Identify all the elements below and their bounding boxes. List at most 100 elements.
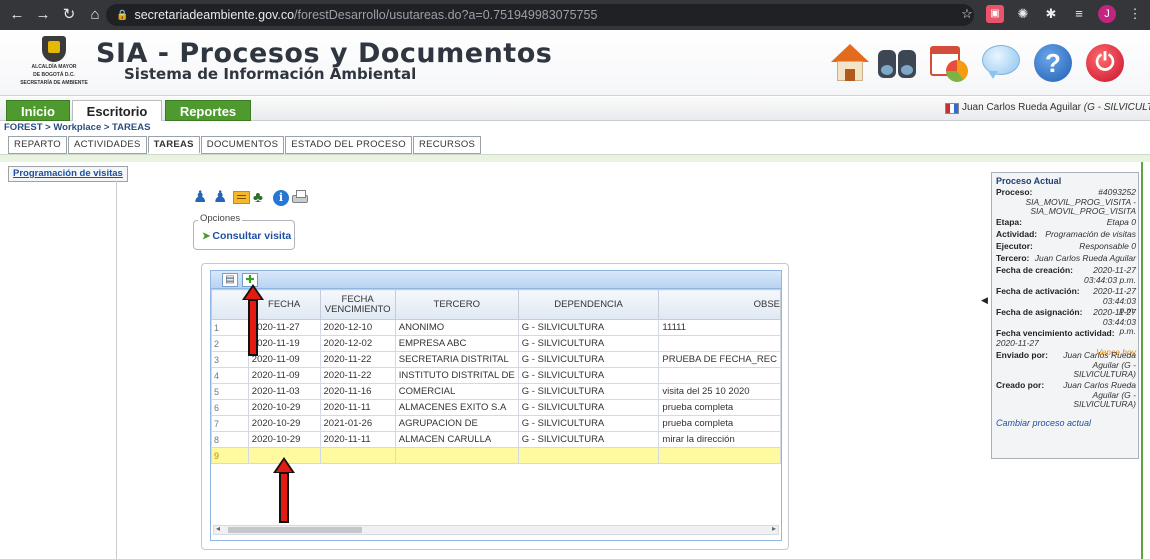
info-icon[interactable]: i xyxy=(272,189,290,207)
creado-label: Creado por: xyxy=(996,380,1045,390)
cell-observaciones[interactable]: prueba completa xyxy=(658,399,781,416)
col-header-dependencia[interactable]: DEPENDENCIA xyxy=(517,289,660,320)
col-header-tercero[interactable]: TERCERO xyxy=(394,289,519,320)
extension-icon[interactable]: ✺ xyxy=(1014,5,1032,23)
cell-observaciones[interactable] xyxy=(658,447,781,464)
cell-observaciones[interactable]: 11111 xyxy=(658,319,781,336)
cell-dependencia[interactable]: G - SILVICULTURA xyxy=(517,415,660,432)
binoculars-icon[interactable] xyxy=(876,42,918,84)
cell-fecha-vencimiento[interactable]: 2020-11-11 xyxy=(319,399,396,416)
tab-documentos[interactable]: DOCUMENTOS xyxy=(200,136,285,154)
collapse-panel-icon[interactable]: ◀ xyxy=(981,295,988,306)
pocket-extension-icon[interactable]: ▣ xyxy=(986,5,1004,23)
cell-tercero[interactable]: SECRETARIA DISTRITAL xyxy=(394,351,519,368)
ejecutor-row: Ejecutor: Responsable 0 xyxy=(996,241,1136,252)
star-icon[interactable]: ☆ xyxy=(958,5,976,23)
consultar-visita-button[interactable]: ➤ Consultar visita xyxy=(202,230,291,242)
menu-tab-reportes[interactable]: Reportes xyxy=(165,100,251,121)
tab-tareas[interactable]: TAREAS xyxy=(147,136,200,154)
cell-fecha[interactable]: 2020-10-29 xyxy=(247,415,321,432)
cell-tercero[interactable]: COMERCIAL xyxy=(394,383,519,400)
home-icon[interactable] xyxy=(828,42,870,84)
address-bar[interactable]: 🔒 secretariadeambiente.gov.co /forestDes… xyxy=(106,4,974,26)
cell-observaciones[interactable] xyxy=(658,367,781,384)
table-row[interactable]: 1 2020-11-27 2020-12-10 ANONIMO G - SILVICUL… xyxy=(211,319,781,336)
menu-dots-icon[interactable]: ⋮ xyxy=(1126,5,1144,23)
cell-fecha-vencimiento[interactable]: 2020-12-10 xyxy=(319,319,396,336)
cell-dependencia[interactable]: G - SILVICULTURA xyxy=(517,399,660,416)
home-icon[interactable]: ⌂ xyxy=(86,6,104,24)
scroll-left-icon[interactable]: ◂ xyxy=(216,524,220,533)
cell-fecha-vencimiento[interactable]: 2020-11-11 xyxy=(319,431,396,448)
cell-tercero[interactable]: ANONIMO xyxy=(394,319,519,336)
help-icon[interactable]: ? xyxy=(1032,42,1074,84)
scroll-right-icon[interactable]: ▸ xyxy=(772,524,776,533)
back-icon[interactable]: ← xyxy=(8,6,26,24)
col-header-observaciones[interactable]: OBSE xyxy=(658,289,781,320)
cell-dependencia[interactable]: G - SILVICULTURA xyxy=(517,351,660,368)
hierarchy-icon[interactable]: ♣ xyxy=(253,189,271,207)
cell-fecha-vencimiento[interactable]: 2020-11-22 xyxy=(319,351,396,368)
forward-icon[interactable]: → xyxy=(34,6,52,24)
cell-fecha[interactable]: 2020-11-09 xyxy=(247,367,321,384)
cell-fecha-vencimiento[interactable]: 2020-12-02 xyxy=(319,335,396,352)
cell-dependencia[interactable]: G - SILVICULTURA xyxy=(517,335,660,352)
cell-dependencia[interactable]: G - SILVICULTURA xyxy=(517,319,660,336)
menu-tab-escritorio[interactable]: Escritorio xyxy=(72,100,162,121)
tab-reparto[interactable]: REPARTO xyxy=(8,136,67,154)
tab-estado-del-proceso[interactable]: ESTADO DEL PROCESO xyxy=(285,136,412,154)
table-row[interactable]: 5 2020-11-03 2020-11-16 COMERCIAL G - SILVIC… xyxy=(211,383,781,400)
puzzle-icon[interactable]: ✱ xyxy=(1042,5,1060,23)
cell-observaciones[interactable] xyxy=(658,335,781,352)
cell-tercero[interactable]: AGRUPACION DE xyxy=(394,415,519,432)
print-icon[interactable] xyxy=(291,189,309,207)
reload-icon[interactable]: ↻ xyxy=(60,6,78,24)
chat-bubble-icon[interactable] xyxy=(980,42,1022,84)
cell-tercero[interactable] xyxy=(394,447,519,464)
user-icon[interactable]: ♟ xyxy=(193,189,211,207)
consultar-visita-label: Consultar visita xyxy=(212,230,292,242)
cell-fecha-vencimiento[interactable] xyxy=(319,447,396,464)
cell-dependencia[interactable]: G - SILVICULTURA xyxy=(517,431,660,448)
note-icon[interactable] xyxy=(233,189,251,207)
cell-fecha[interactable]: 2020-10-29 xyxy=(247,399,321,416)
users-icon[interactable]: ♟ xyxy=(213,189,231,207)
cell-fecha-vencimiento[interactable]: 2020-11-16 xyxy=(319,383,396,400)
scroll-thumb[interactable] xyxy=(228,527,362,533)
cell-tercero[interactable]: ALMACENES EXITO S.A xyxy=(394,399,519,416)
save-icon[interactable]: ▤ xyxy=(222,273,238,287)
table-row[interactable]: 4 2020-11-09 2020-11-22 INSTITUTO DISTRITAL… xyxy=(211,367,781,384)
cell-tercero[interactable]: INSTITUTO DISTRITAL DE xyxy=(394,367,519,384)
table-row[interactable]: 6 2020-10-29 2020-11-11 ALMACENES EXITO S.A… xyxy=(211,399,781,416)
cell-observaciones[interactable]: mirar la dirección xyxy=(658,431,781,448)
cell-observaciones[interactable]: visita del 25 10 2020 xyxy=(658,383,781,400)
calendar-chart-icon[interactable] xyxy=(928,42,970,84)
cell-dependencia[interactable]: G - SILVICULTURA xyxy=(517,367,660,384)
cell-observaciones[interactable]: PRUEBA DE FECHA_REC xyxy=(658,351,781,368)
menu-tab-inicio[interactable]: Inicio xyxy=(6,100,70,121)
cell-fecha[interactable]: 2020-10-29 xyxy=(247,431,321,448)
table-row[interactable]: 9 xyxy=(211,447,781,464)
table-row[interactable]: 2 2020-11-19 2020-12-02 EMPRESA ABC G - SILV… xyxy=(211,335,781,352)
profile-avatar[interactable]: J xyxy=(1098,5,1116,23)
cell-fecha-vencimiento[interactable]: 2021-01-26 xyxy=(319,415,396,432)
col-header-fecha-vencimiento[interactable]: FECHA VENCIMIENTO xyxy=(319,289,396,320)
cell-tercero[interactable]: ALMACEN CARULLA xyxy=(394,431,519,448)
table-row[interactable]: 3 2020-11-09 2020-11-22 SECRETARIA DISTRITA… xyxy=(211,351,781,368)
cell-fecha-vencimiento[interactable]: 2020-11-22 xyxy=(319,367,396,384)
cell-fecha[interactable]: 2020-11-03 xyxy=(247,383,321,400)
power-icon[interactable]: ⏻ xyxy=(1084,42,1126,84)
cambiar-proceso-link[interactable]: Cambiar proceso actual xyxy=(996,418,1091,428)
table-row[interactable]: 8 2020-10-29 2020-11-11 ALMACEN CARULLA G - … xyxy=(211,431,781,448)
tab-recursos[interactable]: RECURSOS xyxy=(412,136,482,154)
cell-tercero[interactable]: EMPRESA ABC xyxy=(394,335,519,352)
cell-dependencia[interactable]: G - SILVICULTURA xyxy=(517,383,660,400)
tab-actividades[interactable]: ACTIVIDADES xyxy=(67,136,147,154)
reading-list-icon[interactable]: ≡ xyxy=(1070,5,1088,23)
table-row[interactable]: 7 2020-10-29 2021-01-26 AGRUPACION DE G - SI… xyxy=(211,415,781,432)
programacion-visitas-link[interactable]: Programación de visitas xyxy=(8,166,128,182)
horizontal-scrollbar[interactable]: ◂ ▸ xyxy=(213,524,779,535)
cell-observaciones[interactable]: prueba completa xyxy=(658,415,781,432)
cell-rownum: 6 xyxy=(211,399,249,416)
cell-dependencia[interactable] xyxy=(517,447,660,464)
